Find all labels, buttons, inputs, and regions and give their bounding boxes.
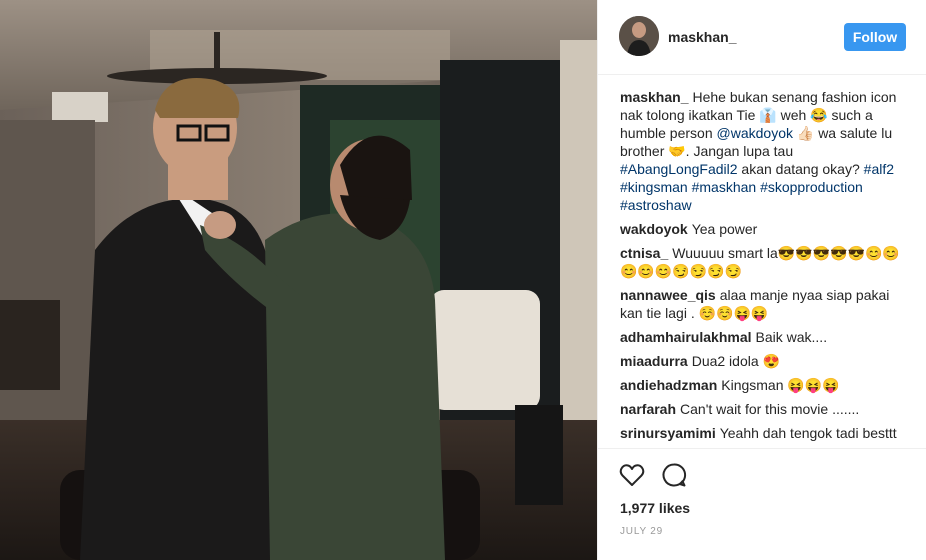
caption-hashtag[interactable]: #alf2 xyxy=(864,161,894,177)
post-actions: 1,977 likes JULY 29 xyxy=(598,448,926,560)
comment: adhamhairulakhmal Baik wak.... xyxy=(620,328,910,346)
header-username[interactable]: maskhan_ xyxy=(668,29,736,45)
comment: srinursyamimi Yeahh dah tengok tadi bestt… xyxy=(620,424,910,442)
caption-hashtag[interactable]: #astroshaw xyxy=(620,197,692,213)
caption-text: akan datang okay? xyxy=(737,161,864,177)
post-photo-illustration xyxy=(0,0,597,560)
like-count[interactable]: 1,977 likes xyxy=(620,500,690,516)
follow-button[interactable]: Follow xyxy=(844,23,906,51)
post-header: maskhan_ Follow xyxy=(598,0,926,75)
comment-text: Baik wak.... xyxy=(755,329,828,345)
comment-text: Can't wait for this movie ....... xyxy=(680,401,860,417)
comment-username[interactable]: nannawee_qis xyxy=(620,287,716,303)
comment-username[interactable]: srinursyamimi xyxy=(620,425,716,441)
comment-username[interactable]: ctnisa_ xyxy=(620,245,668,261)
comment: miaadurra Dua2 idola 😍 xyxy=(620,352,910,370)
comment: narfarah Can't wait for this movie ......… xyxy=(620,400,910,418)
instagram-post: maskhan_ Follow maskhan_ Hehe bukan senan… xyxy=(0,0,926,560)
comment-username[interactable]: narfarah xyxy=(620,401,676,417)
avatar[interactable] xyxy=(619,16,659,56)
post-photo[interactable] xyxy=(0,0,597,560)
comment-username[interactable]: andiehadzman xyxy=(620,377,717,393)
comment-username[interactable]: miaadurra xyxy=(620,353,688,369)
comment-username[interactable]: adhamhairulakhmal xyxy=(620,329,752,345)
caption-hashtag[interactable]: #maskhan xyxy=(692,179,757,195)
comments-list: maskhan_ Hehe bukan senang fashion icon n… xyxy=(620,88,910,448)
caption-hashtag[interactable]: #kingsman xyxy=(620,179,688,195)
avatar-image xyxy=(619,16,659,56)
comment-text: Yeahh dah tengok tadi besttt xyxy=(719,425,897,441)
heart-icon[interactable] xyxy=(618,461,646,489)
comment: andiehadzman Kingsman 😝😝😝 xyxy=(620,376,910,394)
speech-bubble-icon[interactable] xyxy=(660,461,688,489)
speech-bubble-icon-glyph xyxy=(662,463,687,487)
caption: maskhan_ Hehe bukan senang fashion icon n… xyxy=(620,88,910,214)
comment: wakdoyok Yea power xyxy=(620,220,910,238)
comment-username[interactable]: wakdoyok xyxy=(620,221,688,237)
heart-icon-glyph xyxy=(619,464,645,486)
post-date: JULY 29 xyxy=(620,526,664,537)
caption-mention[interactable]: @wakdoyok xyxy=(717,125,793,141)
post-side-panel: maskhan_ Follow maskhan_ Hehe bukan senan… xyxy=(597,0,926,560)
comment-text: Yea power xyxy=(691,221,758,237)
caption-hashtag[interactable]: #AbangLongFadil2 xyxy=(620,161,738,177)
comment-text: Kingsman 😝😝😝 xyxy=(721,377,840,393)
comment: ctnisa_ Wuuuuu smart la😎😎😎😎😎😊😊😊😊😊😏😏😏😏 xyxy=(620,244,910,280)
caption-hashtag[interactable]: #skopproduction xyxy=(760,179,863,195)
comment: nannawee_qis alaa manje nyaa siap pakai k… xyxy=(620,286,910,322)
comment-text: Dua2 idola 😍 xyxy=(691,353,780,369)
caption-username[interactable]: maskhan_ xyxy=(620,89,688,105)
